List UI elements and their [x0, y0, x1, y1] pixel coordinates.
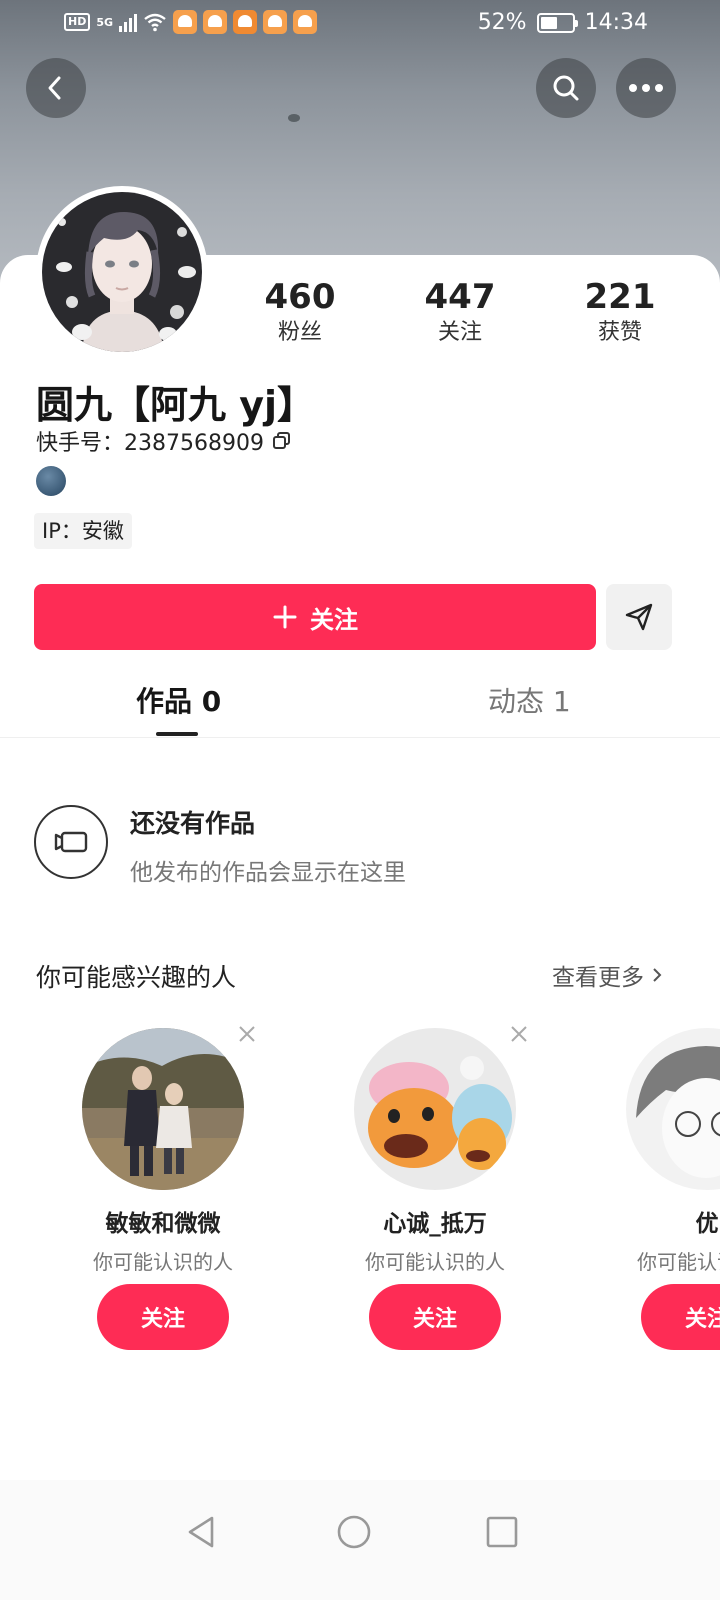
ip-location-tag: IP：安徽: [34, 513, 132, 549]
notification-app-icon: [293, 10, 318, 34]
signal-icon: [119, 12, 138, 32]
suggested-user-avatar[interactable]: [82, 1028, 244, 1190]
cover-speck: [288, 114, 300, 122]
suggested-user-reason: 你可能认识的人: [93, 1250, 233, 1274]
suggested-user-name: 优: [695, 1211, 719, 1237]
see-more-label: 查看更多: [552, 965, 644, 991]
suggested-user-name: 心诚_抵万: [383, 1211, 487, 1237]
back-button[interactable]: [26, 58, 86, 118]
suggested-follow-button[interactable]: 关注: [641, 1284, 720, 1350]
status-right: 52% 14:34: [478, 10, 648, 35]
photo-two-girls-image: [82, 1028, 244, 1190]
chevron-right-icon: [653, 968, 662, 982]
suggested-user-reason: 你可能认识的人: [365, 1250, 505, 1274]
more-horizontal-icon: [629, 84, 663, 92]
nav-back-icon[interactable]: [180, 1510, 224, 1554]
profile-name: 圆九【阿九 yj】: [36, 383, 316, 427]
suggested-user-card[interactable]: 敏敏和微微 你可能认识的人 关注: [63, 1026, 263, 1358]
suggestions-title: 你可能感兴趣的人: [36, 963, 237, 992]
tab-works[interactable]: 作品 0: [136, 680, 221, 720]
copy-icon[interactable]: [272, 431, 292, 451]
user-id-row[interactable]: 快手号：2387568909: [36, 425, 292, 457]
more-button[interactable]: [616, 58, 676, 118]
tab-activity[interactable]: 动态 1: [488, 680, 571, 720]
suggested-user-avatar[interactable]: [354, 1028, 516, 1190]
stat-fans[interactable]: 460 粉丝: [225, 275, 375, 347]
chevron-left-icon: [48, 76, 61, 100]
follow-button[interactable]: 关注: [34, 584, 596, 650]
status-left: HD 5G: [64, 10, 318, 34]
see-more-link[interactable]: 查看更多: [552, 958, 664, 992]
follow-button-label: 关注: [310, 605, 358, 634]
sketch-girl-image: [626, 1028, 720, 1190]
stat-number: 447: [424, 277, 496, 317]
notification-app-icon: [203, 10, 228, 34]
send-icon: [625, 603, 653, 631]
status-bar: HD 5G 52% 14:34: [0, 0, 720, 50]
video-camera-icon: [54, 831, 88, 853]
profile-tabs: 作品 0 动态 1: [0, 668, 720, 738]
stat-label: 获赞: [597, 320, 642, 345]
close-icon[interactable]: [235, 1022, 259, 1046]
battery-icon: [536, 12, 578, 33]
stat-label: 关注: [437, 320, 482, 345]
profile-avatar[interactable]: [36, 186, 208, 358]
stat-number: 221: [584, 277, 656, 317]
plush-toys-image: [354, 1028, 516, 1190]
stat-label: 粉丝: [277, 320, 322, 345]
suggested-user-name: 敏敏和微微: [105, 1211, 221, 1237]
nav-home-icon[interactable]: [332, 1510, 376, 1554]
search-icon: [553, 75, 579, 101]
close-icon[interactable]: [507, 1022, 531, 1046]
empty-state-subtitle: 他发布的作品会显示在这里: [130, 860, 406, 886]
notification-app-icon: [233, 10, 258, 34]
stat-number: 460: [264, 277, 336, 317]
nav-recents-icon[interactable]: [480, 1510, 524, 1554]
user-id-label: 快手号：2387568909: [36, 431, 264, 456]
stat-likes[interactable]: 221 获赞: [545, 275, 695, 347]
clock: 14:34: [584, 10, 648, 35]
profile-stats: 460 粉丝 447 关注 221 获赞: [220, 275, 700, 347]
stat-following[interactable]: 447 关注: [385, 275, 535, 347]
send-message-button[interactable]: [606, 584, 672, 650]
wifi-icon: [144, 13, 166, 32]
tab-active-indicator: [156, 732, 198, 736]
battery-level: [540, 16, 557, 29]
moon-badge-icon[interactable]: [36, 466, 66, 496]
empty-works-icon: [34, 805, 108, 879]
hd-badge: HD: [64, 13, 91, 31]
anime-avatar-image: [42, 192, 202, 352]
suggested-follow-button[interactable]: 关注: [369, 1284, 501, 1350]
plus-icon: [273, 605, 297, 629]
system-navigation-bar: [0, 1480, 720, 1600]
notification-app-icon: [173, 10, 198, 34]
suggested-follow-button[interactable]: 关注: [97, 1284, 229, 1350]
network-type: 5G: [96, 15, 114, 29]
suggested-user-card[interactable]: 优 你可能认识的人 关注: [607, 1028, 720, 1358]
suggested-user-card[interactable]: 心诚_抵万 你可能认识的人 关注: [335, 1026, 535, 1358]
notification-app-icon: [263, 10, 288, 34]
suggested-user-avatar[interactable]: [626, 1028, 720, 1190]
battery-percent: 52%: [477, 10, 527, 35]
suggested-user-reason: 你可能认识的人: [637, 1250, 720, 1274]
search-button[interactable]: [536, 58, 596, 118]
empty-state-title: 还没有作品: [130, 809, 256, 838]
